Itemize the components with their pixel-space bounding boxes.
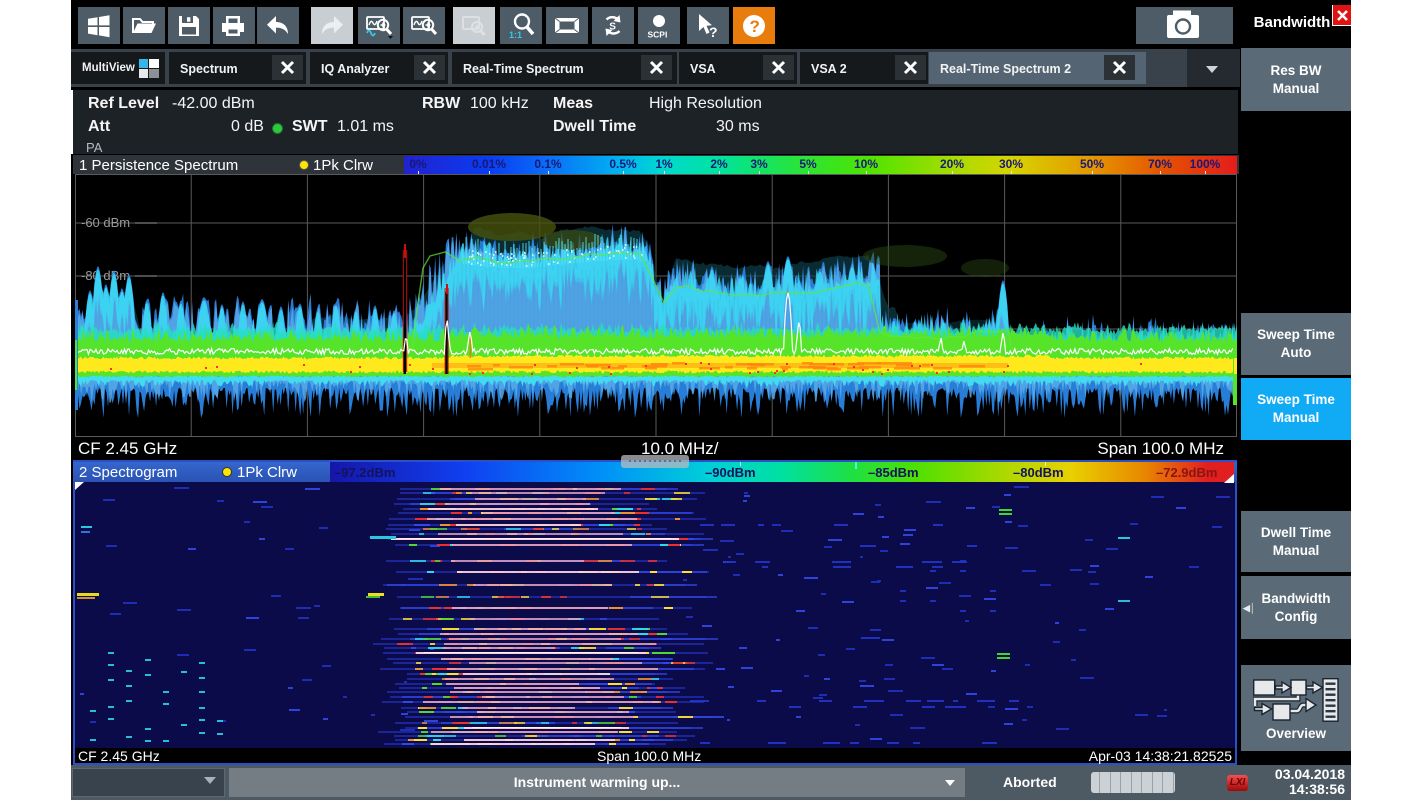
svg-text:?: ? <box>709 24 718 40</box>
svg-text:S: S <box>609 21 616 32</box>
svg-text:SCPI: SCPI <box>648 29 668 39</box>
svg-text:1:1: 1:1 <box>509 30 522 40</box>
svg-text:-80 dBm: -80 dBm <box>81 268 130 283</box>
svg-text:-60 dBm: -60 dBm <box>81 215 130 230</box>
svg-text:?: ? <box>750 17 760 36</box>
